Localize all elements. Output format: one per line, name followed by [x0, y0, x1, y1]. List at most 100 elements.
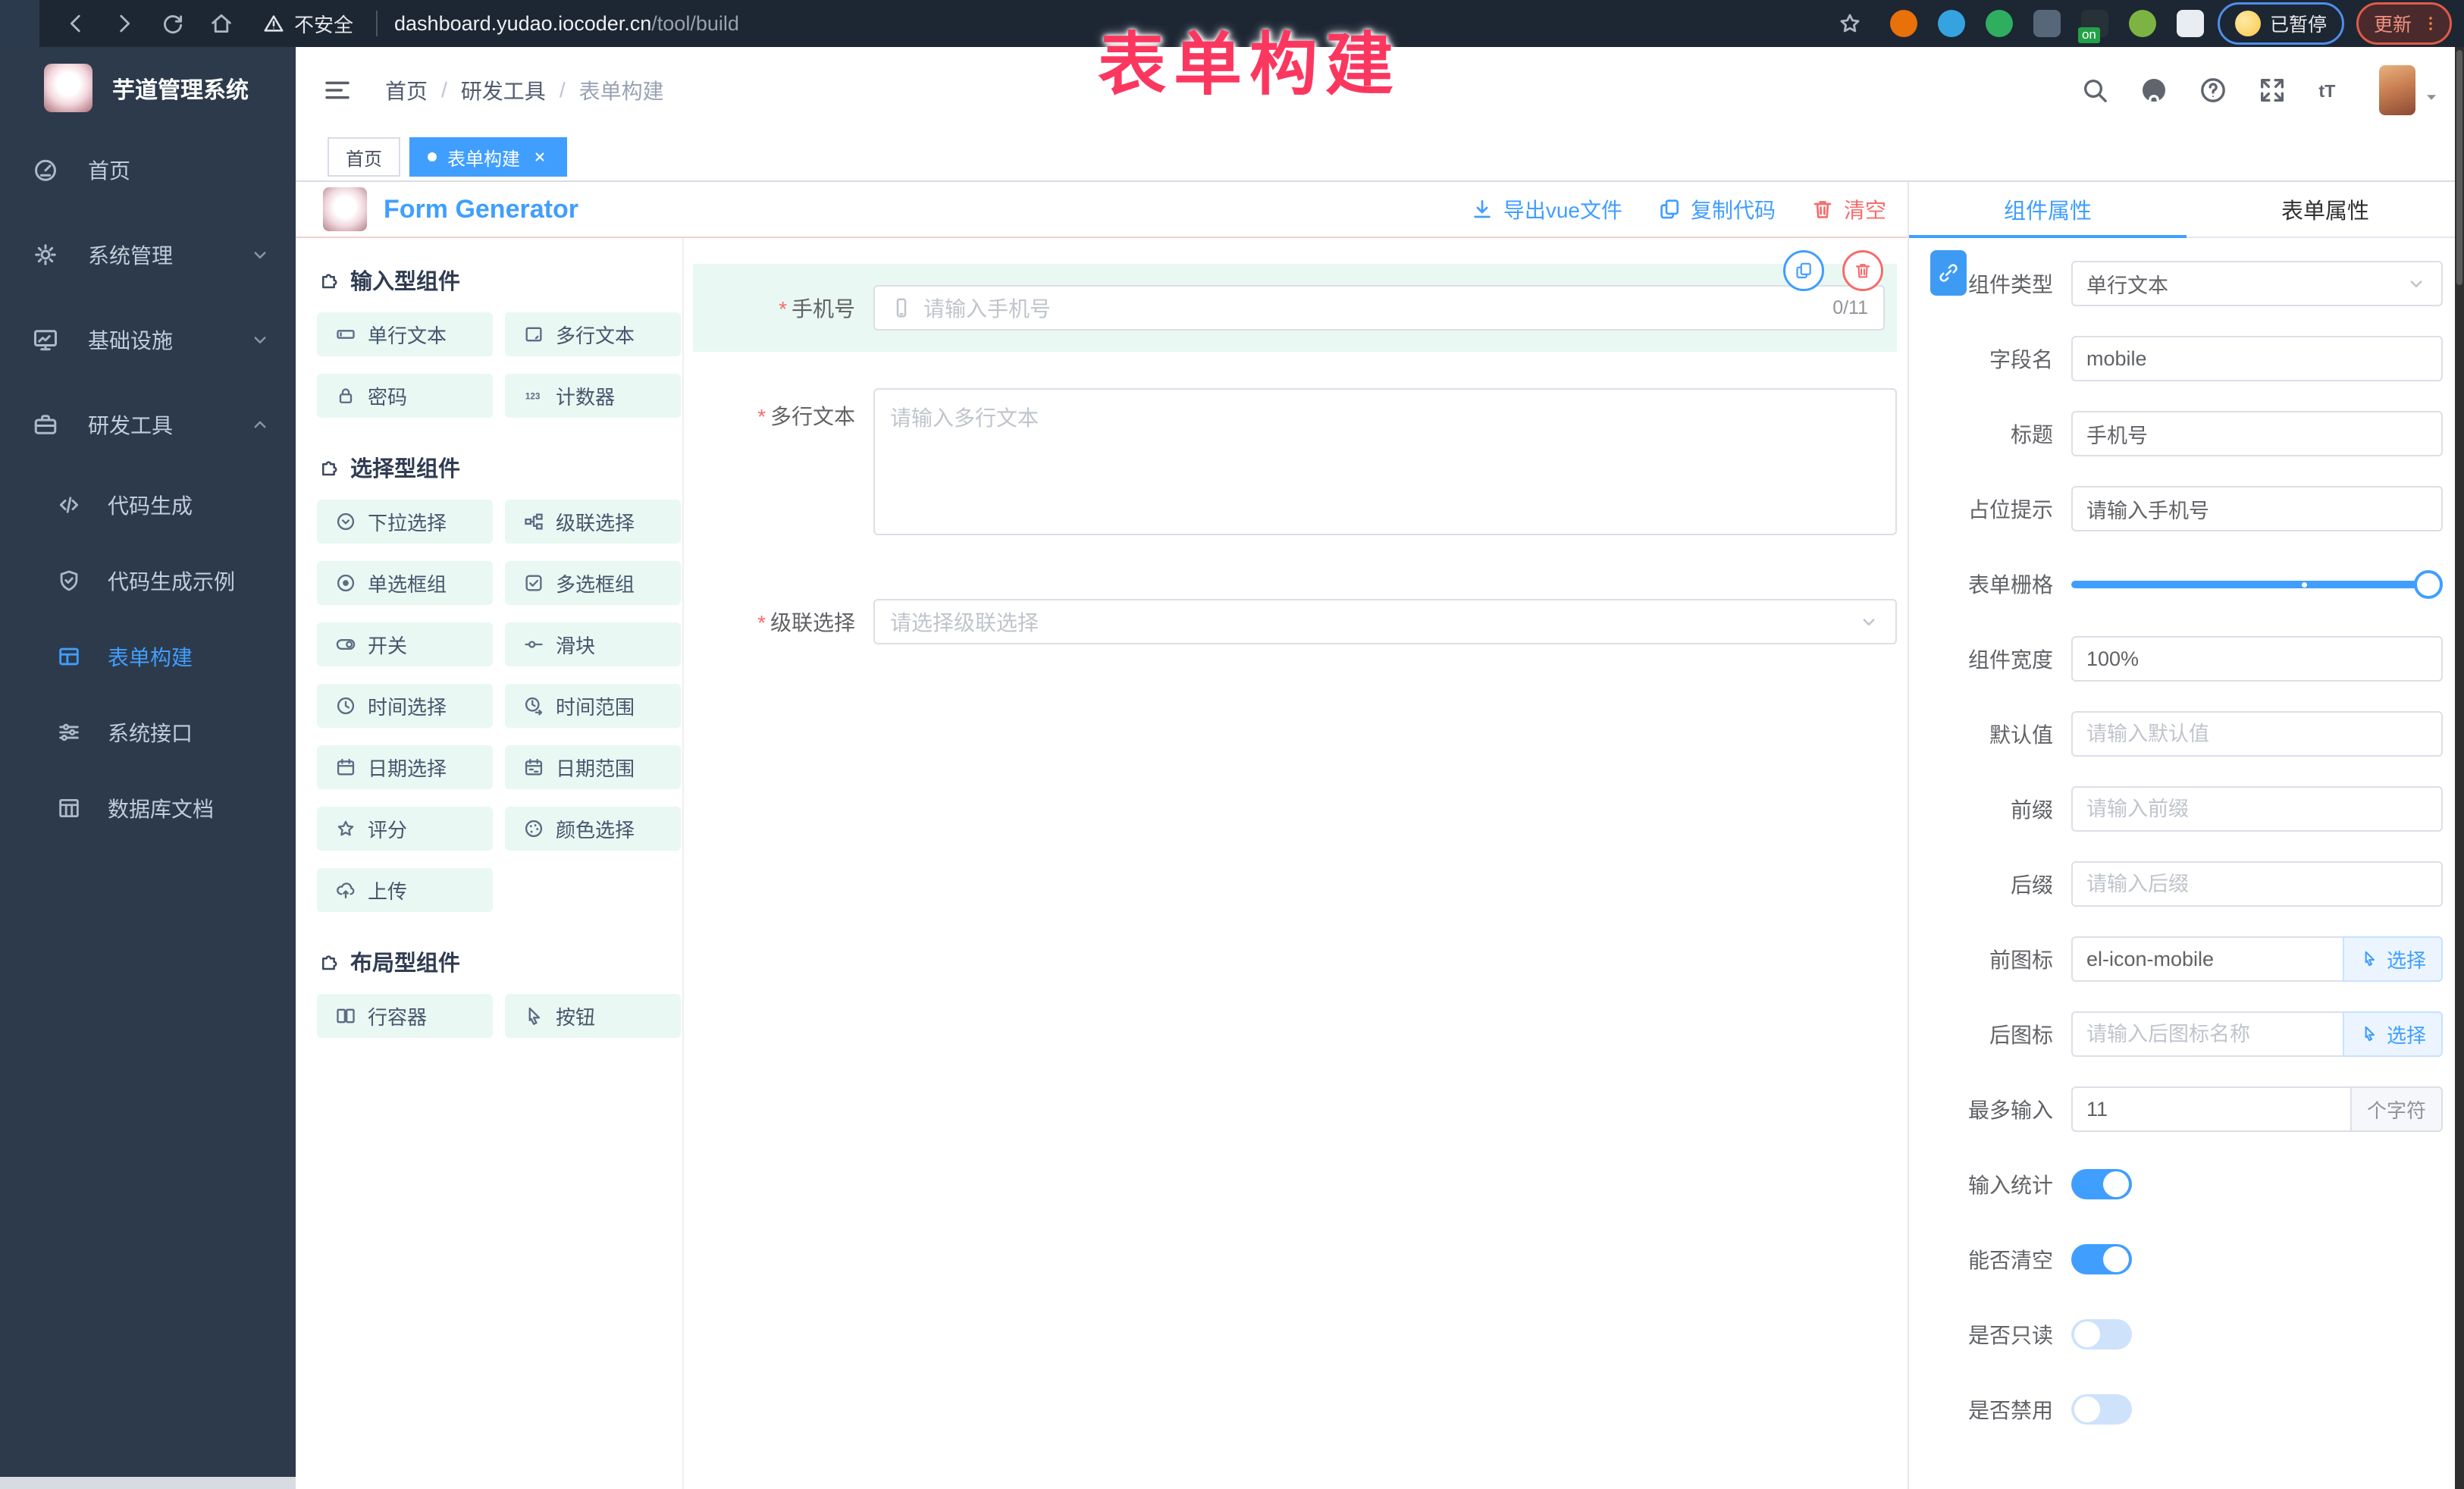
prefix-icon-input[interactable]: [2086, 938, 2329, 980]
palette-item-switch[interactable]: 开关: [317, 622, 493, 666]
back-icon[interactable]: [63, 11, 89, 36]
multiline-textarea[interactable]: 请输入多行文本: [873, 388, 1897, 535]
sidebar-item-db-doc[interactable]: 数据库文档: [0, 770, 296, 846]
copy-code-button[interactable]: 复制代码: [1657, 194, 1776, 224]
extension-icon[interactable]: [1890, 10, 1917, 37]
tab-component-props[interactable]: 组件属性: [1909, 182, 2187, 237]
title-input[interactable]: [2086, 412, 2428, 455]
extension-icon[interactable]: [1986, 10, 2013, 37]
palette-item-slider[interactable]: 滑块: [505, 622, 681, 666]
mobile-input[interactable]: 请输入手机号 0/11: [873, 285, 1885, 331]
hamburger-icon[interactable]: [321, 74, 353, 106]
page-scrollbar[interactable]: [2455, 47, 2464, 1489]
sidebar-item-infra[interactable]: 基础设施: [0, 297, 296, 382]
palette-item-row-container[interactable]: 行容器: [317, 994, 493, 1038]
default-value-input[interactable]: [2086, 713, 2428, 755]
home-icon[interactable]: [208, 11, 234, 36]
palette-item-date-range[interactable]: 日期范围: [505, 745, 681, 789]
max-length-input[interactable]: [2086, 1088, 2337, 1130]
palette-item-single-line[interactable]: 单行文本: [317, 312, 493, 356]
profile-paused-badge[interactable]: 已暂停: [2218, 2, 2344, 45]
component-palette: 输入型组件 单行文本 多行文本 密码 123计数器 选择型组件 下拉选择 级联选…: [303, 238, 684, 1489]
suffix-icon-input[interactable]: [2086, 1013, 2329, 1055]
canvas-field-textarea[interactable]: *多行文本 请输入多行文本: [693, 388, 1897, 535]
extension-icon[interactable]: [2033, 10, 2061, 37]
canvas-field-cascader[interactable]: *级联选择 请选择级联选择: [693, 599, 1897, 644]
max-length-unit: 个字符: [2350, 1086, 2443, 1132]
extension-icon[interactable]: [2129, 10, 2156, 37]
palette-item-color[interactable]: 颜色选择: [505, 807, 681, 851]
cascader-select[interactable]: 请选择级联选择: [873, 599, 1897, 644]
clear-button[interactable]: 清空: [1810, 194, 1886, 224]
search-icon[interactable]: [2080, 75, 2110, 105]
panel-link-handle[interactable]: [1930, 250, 1967, 296]
clearable-toggle[interactable]: [2071, 1244, 2132, 1274]
palette-item-checkbox-group[interactable]: 多选框组: [505, 561, 681, 605]
word-limit-toggle[interactable]: [2071, 1169, 2132, 1199]
tab-home[interactable]: 首页: [328, 137, 400, 177]
breadcrumb-home[interactable]: 首页: [385, 75, 428, 105]
palette-item-cascader[interactable]: 级联选择: [505, 500, 681, 544]
component-type-select[interactable]: 单行文本: [2071, 261, 2443, 306]
disabled-toggle[interactable]: [2071, 1394, 2132, 1425]
palette-item-time-range[interactable]: 时间范围: [505, 684, 681, 728]
palette-item-date[interactable]: 日期选择: [317, 745, 493, 789]
delete-field-button[interactable]: [1842, 250, 1883, 291]
browser-update-button[interactable]: 更新: [2356, 2, 2452, 45]
extensions-puzzle-icon[interactable]: [2177, 10, 2204, 37]
fullscreen-icon[interactable]: [2257, 75, 2287, 105]
extension-icon[interactable]: [1938, 10, 1965, 37]
tab-form-build[interactable]: 表单构建: [409, 137, 567, 177]
tab-form-props[interactable]: 表单属性: [2187, 182, 2464, 237]
palette-item-select[interactable]: 下拉选择: [317, 500, 493, 544]
prefix-icon-choose-button[interactable]: 选择: [2343, 936, 2443, 982]
extension-icon[interactable]: on: [2081, 10, 2108, 37]
canvas-field-mobile[interactable]: *手机号 请输入手机号 0/11: [693, 264, 1897, 352]
breadcrumb-separator: /: [560, 78, 566, 102]
bookmark-star-icon[interactable]: [1837, 11, 1863, 36]
help-icon[interactable]: [2198, 75, 2228, 105]
export-vue-button[interactable]: 导出vue文件: [1470, 194, 1622, 224]
sidebar-item-system[interactable]: 系统管理: [0, 212, 296, 297]
forward-icon[interactable]: [111, 11, 137, 36]
width-input[interactable]: [2086, 638, 2428, 680]
palette-item-time[interactable]: 时间选择: [317, 684, 493, 728]
palette-item-rate[interactable]: 评分: [317, 807, 493, 851]
prop-row-suffix-icon: 后图标 选择: [1909, 1011, 2443, 1057]
sidebar-item-codegen[interactable]: 代码生成: [0, 467, 296, 543]
close-icon[interactable]: [531, 148, 549, 166]
duplicate-field-button[interactable]: [1783, 250, 1824, 291]
prefix-input[interactable]: [2086, 788, 2428, 830]
sidebar-item-api[interactable]: 系统接口: [0, 694, 296, 770]
field-name-input[interactable]: [2086, 337, 2428, 380]
suffix-icon-choose-button[interactable]: 选择: [2343, 1011, 2443, 1057]
palette-item-button[interactable]: 按钮: [505, 994, 681, 1038]
sidebar-logo-row[interactable]: 芋道管理系统: [0, 47, 296, 127]
prop-label: 前缀: [1909, 794, 2071, 824]
palette-item-counter[interactable]: 123计数器: [505, 374, 681, 418]
palette-item-textarea[interactable]: 多行文本: [505, 312, 681, 356]
palette-item-upload[interactable]: 上传: [317, 868, 493, 912]
scrollbar-thumb[interactable]: [2456, 50, 2462, 285]
sidebar-item-codegen-demo[interactable]: 代码生成示例: [0, 543, 296, 619]
palette-item-password[interactable]: 密码: [317, 374, 493, 418]
caret-down-icon[interactable]: [2422, 87, 2441, 107]
sidebar-item-devtools[interactable]: 研发工具: [0, 382, 296, 467]
user-avatar[interactable]: [2379, 65, 2415, 115]
slider-handle[interactable]: [2414, 570, 2443, 599]
palette-item-radio-group[interactable]: 单选框组: [317, 561, 493, 605]
github-icon[interactable]: [2139, 75, 2169, 105]
font-size-icon[interactable]: tT: [2316, 75, 2346, 105]
sidebar-item-form-build[interactable]: 表单构建: [0, 619, 296, 694]
breadcrumb-devtools[interactable]: 研发工具: [461, 75, 546, 105]
suffix-input[interactable]: [2086, 863, 2428, 905]
sidebar-item-home[interactable]: 首页: [0, 127, 296, 212]
form-grid-slider[interactable]: [2071, 561, 2443, 607]
link-icon: [1937, 262, 1960, 284]
security-chip[interactable]: 不安全: [262, 10, 353, 38]
placeholder-input[interactable]: [2086, 487, 2428, 530]
kebab-menu-icon[interactable]: [2421, 14, 2440, 33]
readonly-toggle[interactable]: [2071, 1319, 2132, 1350]
prop-label: 能否清空: [1909, 1244, 2071, 1274]
reload-icon[interactable]: [160, 11, 186, 36]
